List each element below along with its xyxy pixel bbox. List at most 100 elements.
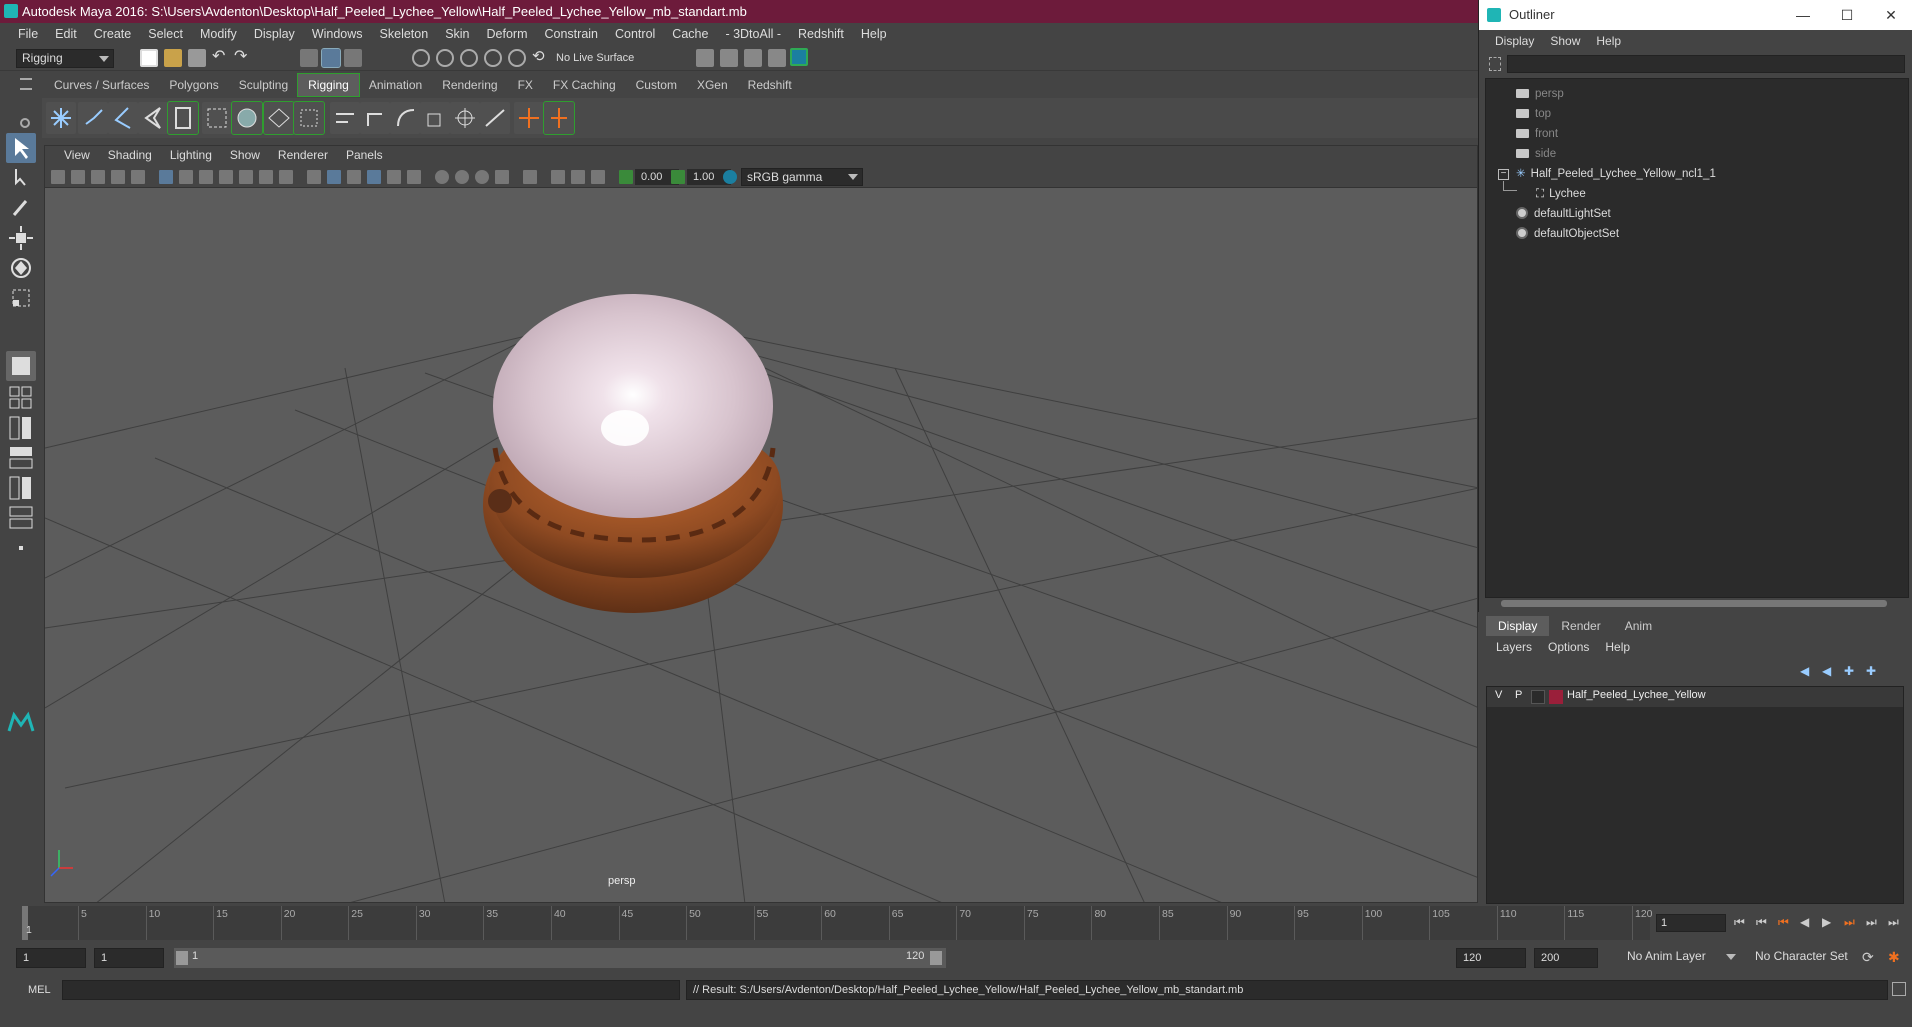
xray-icon[interactable] [551, 170, 565, 184]
layer-menu-options[interactable]: Options [1540, 640, 1597, 654]
orient-constraint-icon[interactable] [390, 102, 420, 134]
menu-control[interactable]: Control [607, 27, 664, 41]
render-settings-icon[interactable] [768, 49, 786, 67]
menu-file[interactable]: File [10, 27, 47, 41]
outliner-menu-display[interactable]: Display [1487, 30, 1542, 52]
outliner-item-persp[interactable]: persp [1516, 85, 1564, 103]
scale-constraint-icon[interactable] [420, 102, 450, 134]
new-layer-selected-icon[interactable]: ✚ [1866, 664, 1876, 678]
hypershade-icon[interactable] [790, 48, 808, 66]
move-layer-down-icon[interactable]: ◀ [1822, 664, 1831, 678]
character-set-dropdown[interactable]: No Character Set [1750, 948, 1856, 968]
resolution-gate-icon[interactable] [199, 170, 213, 184]
outliner-menu-show[interactable]: Show [1542, 30, 1588, 52]
snap-surface-icon[interactable] [508, 49, 526, 67]
select-object-icon[interactable] [321, 48, 341, 68]
outliner-item-defaultobjectset[interactable]: defaultObjectSet [1516, 225, 1619, 243]
open-scene-icon[interactable] [164, 49, 182, 67]
menu-help[interactable]: Help [853, 27, 896, 41]
pole-vector-icon[interactable] [480, 102, 510, 134]
textured-icon[interactable] [367, 170, 381, 184]
script-editor-icon[interactable] [1892, 982, 1906, 996]
viewport-menu-view[interactable]: View [55, 146, 99, 166]
wrap-icon[interactable] [263, 101, 295, 135]
rotate-tool-icon[interactable] [6, 253, 36, 283]
undo-icon[interactable]: ↶ [212, 49, 230, 67]
shelf-tab-animation[interactable]: Animation [359, 74, 432, 96]
menu-set-dropdown[interactable]: Rigging [16, 49, 114, 68]
snap-grid-icon[interactable] [412, 49, 430, 67]
command-language-label[interactable]: MEL [28, 984, 51, 996]
render-current-icon[interactable] [720, 49, 738, 67]
select-hierarchy-icon[interactable] [300, 49, 318, 67]
live-surface-label[interactable]: No Live Surface [556, 49, 634, 67]
scrollbar-thumb[interactable] [1501, 600, 1887, 607]
layer-tab-render[interactable]: Render [1549, 616, 1612, 636]
two-d-pan-icon[interactable] [131, 170, 145, 184]
outliner-item-top[interactable]: top [1516, 105, 1551, 123]
paint-weights-icon[interactable] [167, 101, 199, 135]
scale-tool-icon[interactable] [6, 283, 36, 313]
layer-menu-help[interactable]: Help [1597, 640, 1638, 654]
layer-visibility-toggle[interactable]: V [1495, 689, 1502, 701]
layer-type-toggle[interactable] [1531, 690, 1545, 704]
viewport-menu-renderer[interactable]: Renderer [269, 146, 337, 166]
range-start-handle[interactable] [176, 951, 188, 965]
camera-lock-icon[interactable] [71, 170, 85, 184]
motion-blur-icon[interactable] [455, 170, 469, 184]
maximize-icon[interactable]: ☐ [1825, 0, 1869, 30]
outliner-horizontal-scrollbar[interactable] [1487, 598, 1907, 608]
joint-tool-icon[interactable] [46, 102, 76, 134]
persp-outliner-layout-icon[interactable] [6, 413, 36, 443]
viewport-menu-panels[interactable]: Panels [337, 146, 392, 166]
start-time-field[interactable]: 1 [16, 948, 86, 968]
move-tool-icon[interactable] [6, 223, 36, 253]
command-input[interactable] [62, 980, 680, 1000]
depth-of-field-icon[interactable] [495, 170, 509, 184]
layer-playback-toggle[interactable]: P [1515, 689, 1522, 701]
layer-menu-layers[interactable]: Layers [1488, 640, 1540, 654]
collapse-icon[interactable]: − [1498, 169, 1509, 180]
range-end-handle[interactable] [930, 951, 942, 965]
snap-view-icon[interactable] [484, 49, 502, 67]
minimize-icon[interactable]: — [1781, 0, 1825, 30]
color-space-dropdown[interactable]: sRGB gamma [741, 168, 863, 186]
lasso-tool-icon[interactable] [6, 163, 36, 193]
shelf-tab-polygons[interactable]: Polygons [159, 74, 228, 96]
camera-select-icon[interactable] [51, 170, 65, 184]
default-lighting-icon[interactable] [347, 170, 361, 184]
snap-curve-icon[interactable] [436, 49, 454, 67]
select-tool-icon[interactable] [6, 133, 36, 163]
shelf-tab-curves-surfaces[interactable]: Curves / Surfaces [44, 74, 159, 96]
new-empty-layer-icon[interactable]: ✚ [1844, 664, 1854, 678]
hypershade-layout-icon[interactable] [6, 473, 36, 503]
filter-icon[interactable] [1489, 57, 1501, 71]
outliner-item-side[interactable]: side [1516, 145, 1556, 163]
play-forwards-icon[interactable]: ▶ [1822, 915, 1836, 929]
menu-edit[interactable]: Edit [47, 27, 86, 41]
locator-icon[interactable] [514, 102, 544, 134]
use-all-lights-icon[interactable] [387, 170, 401, 184]
menu-constrain[interactable]: Constrain [537, 27, 608, 41]
viewport-menu-shading[interactable]: Shading [99, 146, 161, 166]
xray-joints-icon[interactable] [591, 170, 605, 184]
lattice-icon[interactable] [231, 101, 263, 135]
hik-icon[interactable] [543, 101, 575, 135]
select-component-icon[interactable] [344, 49, 362, 67]
shelf-menu-icon[interactable] [20, 78, 32, 90]
save-scene-icon[interactable] [188, 49, 206, 67]
new-scene-icon[interactable] [140, 49, 158, 67]
close-icon[interactable]: ✕ [1869, 0, 1912, 30]
anti-aliasing-icon[interactable] [475, 170, 489, 184]
step-forward-key-icon[interactable]: ⏭ [1866, 915, 1880, 929]
aim-constraint-icon[interactable] [360, 102, 390, 134]
menu-modify[interactable]: Modify [192, 27, 246, 41]
menu-cache[interactable]: Cache [664, 27, 717, 41]
safe-action-icon[interactable] [259, 170, 273, 184]
persp-graph-layout-icon[interactable] [6, 443, 36, 473]
auto-key-icon[interactable]: ⟳ [1862, 949, 1874, 966]
uv-layout-icon[interactable] [6, 503, 36, 533]
menu-3dtoall[interactable]: - 3DtoAll - [717, 27, 790, 41]
ipr-render-icon[interactable] [744, 49, 762, 67]
bind-skin-icon[interactable] [138, 102, 168, 134]
